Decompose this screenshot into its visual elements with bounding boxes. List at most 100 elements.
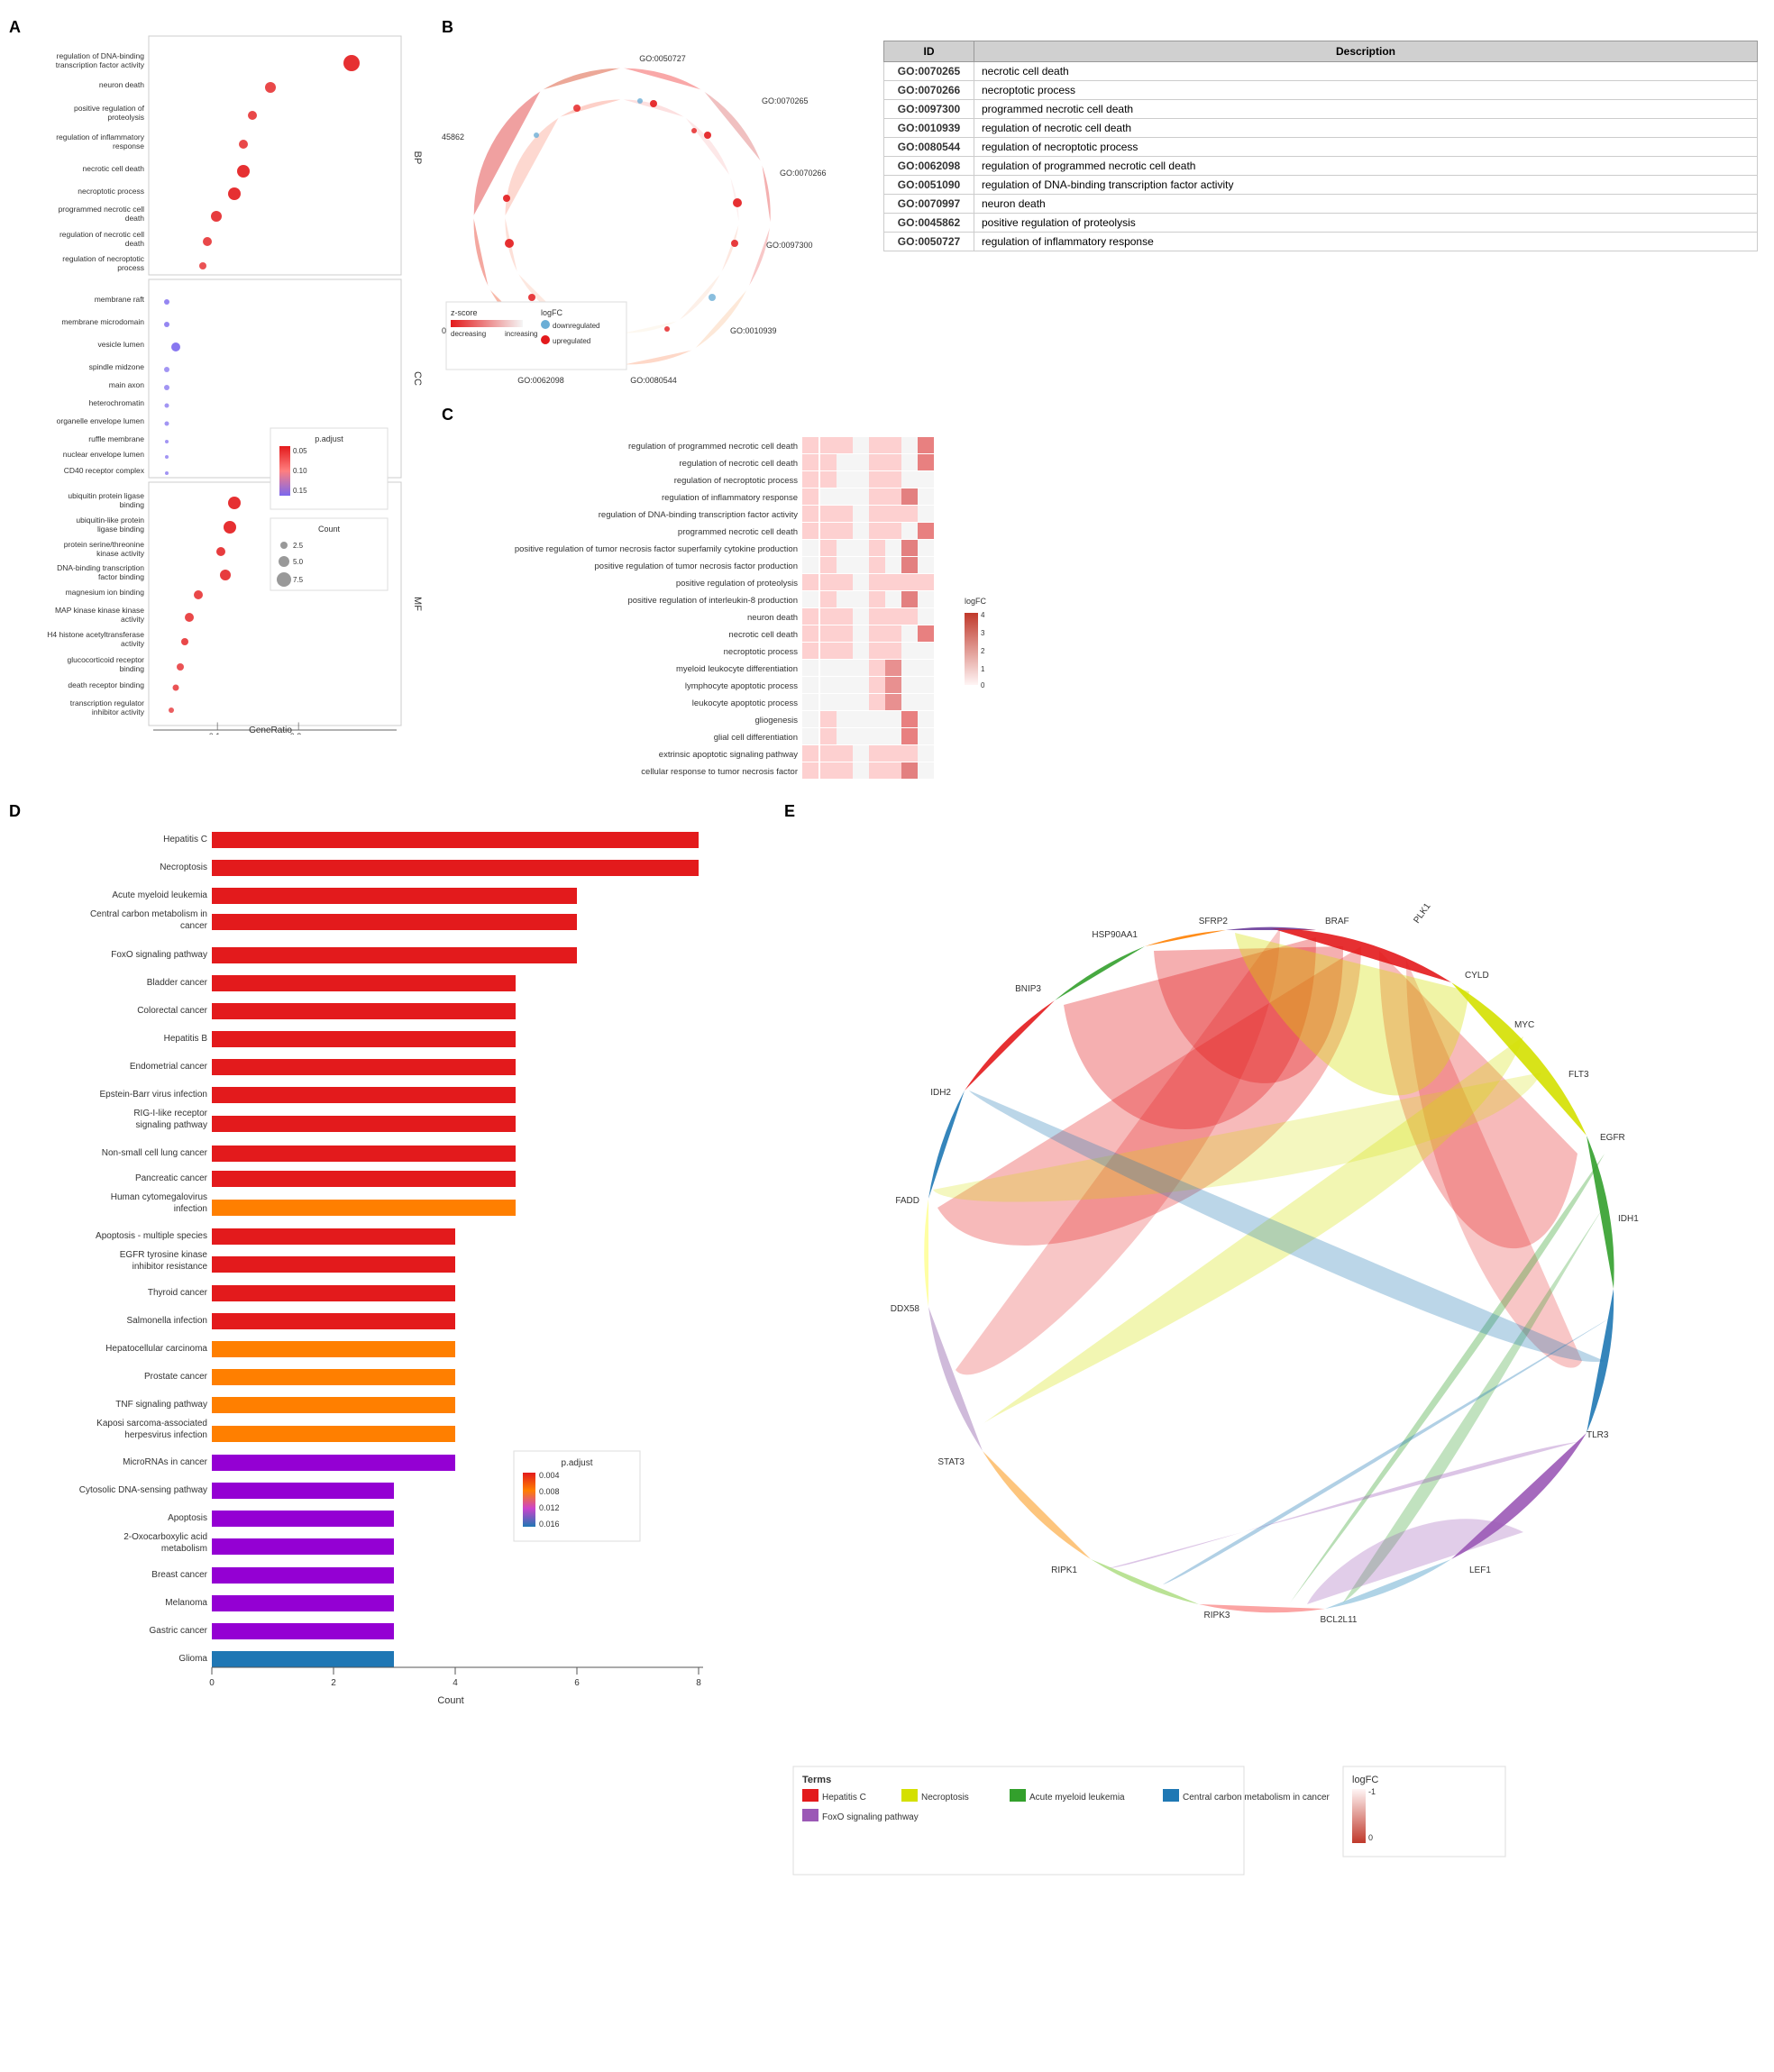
- svg-text:RIG-I-like receptor: RIG-I-like receptor: [133, 1109, 207, 1118]
- svg-text:Central carbon metabolism in c: Central carbon metabolism in cancer: [1183, 1793, 1330, 1803]
- svg-text:Pancreatic cancer: Pancreatic cancer: [135, 1173, 208, 1183]
- svg-text:Thyroid cancer: Thyroid cancer: [148, 1288, 208, 1298]
- svg-text:positive regulation of interle: positive regulation of interleukin-8 pro…: [627, 596, 798, 606]
- panel-e-label: E: [784, 802, 795, 821]
- svg-text:5.0: 5.0: [293, 558, 304, 566]
- svg-text:FLT3: FLT3: [1568, 1070, 1589, 1080]
- svg-text:infection: infection: [174, 1204, 207, 1214]
- panel-a: A BP CC MF regulation of DNA-binding tra…: [9, 18, 424, 721]
- svg-text:EGFR: EGFR: [1600, 1133, 1625, 1143]
- svg-text:SFRP2: SFRP2: [1199, 917, 1229, 926]
- go-table-id: GO:0010939: [884, 119, 974, 138]
- svg-text:Endometrial cancer: Endometrial cancer: [130, 1062, 208, 1072]
- svg-text:CC: CC: [412, 371, 423, 386]
- svg-text:|: |: [297, 721, 299, 730]
- svg-text:programmed necrotic cell death: programmed necrotic cell death: [678, 527, 798, 537]
- svg-text:Apoptosis - multiple species: Apoptosis - multiple species: [96, 1231, 207, 1241]
- go-table-id: GO:0070265: [884, 62, 974, 81]
- svg-text:necroptotic process: necroptotic process: [78, 187, 144, 196]
- svg-text:MF: MF: [412, 597, 423, 611]
- table-header-desc: Description: [974, 41, 1758, 62]
- svg-text:MAP kinase kinase kinase: MAP kinase kinase kinase: [55, 606, 144, 615]
- svg-text:|: |: [216, 721, 218, 730]
- svg-text:IDH2: IDH2: [930, 1088, 951, 1098]
- svg-text:FoxO signaling pathway: FoxO signaling pathway: [822, 1812, 919, 1822]
- go-table-id: GO:0080544: [884, 138, 974, 157]
- svg-text:BP: BP: [412, 151, 423, 165]
- svg-text:death: death: [125, 214, 145, 223]
- go-table-desc: regulation of inflammatory response: [974, 233, 1758, 251]
- go-table-id: GO:0050727: [884, 233, 974, 251]
- svg-text:6: 6: [574, 1678, 580, 1688]
- panel-b-table: ID Description GO:0070265necrotic cell d…: [883, 41, 1758, 251]
- panel-c-heatmap: regulation of programmed necrotic cell d…: [442, 424, 1704, 793]
- svg-text:regulation of necrotic cell: regulation of necrotic cell: [59, 230, 144, 239]
- svg-text:0.15: 0.15: [293, 487, 307, 495]
- svg-text:protein serine/threonine: protein serine/threonine: [64, 540, 145, 549]
- svg-text:regulation of programmed necro: regulation of programmed necrotic cell d…: [628, 442, 798, 452]
- svg-text:Epstein-Barr virus infection: Epstein-Barr virus infection: [100, 1090, 208, 1100]
- svg-text:Glioma: Glioma: [178, 1654, 207, 1664]
- go-table-desc: necrotic cell death: [974, 62, 1758, 81]
- svg-text:Hepatitis B: Hepatitis B: [164, 1034, 208, 1044]
- svg-text:Necroptosis: Necroptosis: [160, 863, 207, 872]
- svg-text:0.008: 0.008: [539, 1487, 560, 1496]
- svg-text:3: 3: [981, 629, 985, 637]
- svg-text:Hepatitis C: Hepatitis C: [163, 835, 207, 844]
- svg-text:leukocyte apoptotic process: leukocyte apoptotic process: [692, 698, 798, 708]
- svg-text:2: 2: [981, 647, 985, 655]
- svg-text:lymphocyte apoptotic process: lymphocyte apoptotic process: [685, 681, 798, 691]
- svg-text:4: 4: [453, 1678, 458, 1688]
- svg-text:nuclear envelope lumen: nuclear envelope lumen: [63, 450, 145, 459]
- svg-text:ruffle membrane: ruffle membrane: [88, 434, 144, 443]
- svg-text:DDX58: DDX58: [891, 1304, 920, 1314]
- svg-text:BNIP3: BNIP3: [1015, 984, 1041, 994]
- panel-e: E: [784, 802, 1767, 2046]
- svg-text:CD40 receptor complex: CD40 receptor complex: [64, 466, 145, 475]
- svg-text:GO:0070265: GO:0070265: [762, 96, 809, 105]
- svg-text:necrotic cell death: necrotic cell death: [82, 164, 144, 173]
- svg-text:FoxO signaling pathway: FoxO signaling pathway: [111, 950, 207, 960]
- svg-text:necrotic cell death: necrotic cell death: [728, 630, 798, 640]
- svg-text:herpesvirus infection: herpesvirus infection: [124, 1430, 207, 1440]
- svg-text:MYC: MYC: [1514, 1020, 1534, 1030]
- svg-text:STAT3: STAT3: [937, 1457, 965, 1467]
- svg-text:regulation of necroptotic: regulation of necroptotic: [62, 254, 144, 263]
- svg-text:metabolism: metabolism: [161, 1544, 207, 1554]
- svg-text:Hepatitis C: Hepatitis C: [822, 1793, 866, 1803]
- svg-text:p.adjust: p.adjust: [315, 434, 343, 443]
- svg-text:4: 4: [981, 611, 985, 619]
- svg-text:logFC: logFC: [965, 597, 987, 606]
- svg-text:regulation of DNA-binding tran: regulation of DNA-binding transcription …: [599, 510, 798, 520]
- svg-text:p.adjust: p.adjust: [561, 1458, 592, 1468]
- svg-text:FADD: FADD: [895, 1196, 919, 1206]
- svg-text:activity: activity: [121, 639, 145, 648]
- svg-text:membrane microdomain: membrane microdomain: [61, 317, 144, 326]
- svg-text:Non-small cell lung cancer: Non-small cell lung cancer: [102, 1148, 208, 1158]
- svg-text:downregulated: downregulated: [553, 322, 599, 330]
- panel-d: D Hepatitis C Necroptosis Acute myeloid …: [9, 802, 748, 2046]
- go-table-id: GO:0045862: [884, 214, 974, 233]
- svg-text:H4 histone acetyltransferase: H4 histone acetyltransferase: [47, 630, 144, 639]
- svg-text:spindle midzone: spindle midzone: [89, 362, 145, 371]
- svg-text:0: 0: [1368, 1833, 1373, 1842]
- svg-text:regulation of inflammatory res: regulation of inflammatory response: [662, 493, 798, 503]
- svg-text:extrinsic apoptotic signaling: extrinsic apoptotic signaling pathway: [659, 750, 798, 760]
- svg-text:BRAF: BRAF: [1325, 917, 1349, 926]
- svg-text:Gastric cancer: Gastric cancer: [150, 1626, 208, 1636]
- svg-text:increasing: increasing: [505, 330, 537, 338]
- svg-text:magnesium ion binding: magnesium ion binding: [66, 588, 145, 597]
- svg-text:0: 0: [981, 681, 985, 689]
- svg-text:death receptor binding: death receptor binding: [68, 680, 144, 689]
- svg-text:cellular response to tumor nec: cellular response to tumor necrosis fact…: [641, 767, 798, 777]
- svg-text:binding: binding: [120, 664, 145, 673]
- svg-text:necroptotic process: necroptotic process: [724, 647, 799, 657]
- svg-text:Cytosolic DNA-sensing pathway: Cytosolic DNA-sensing pathway: [79, 1485, 207, 1495]
- panel-e-chord: PLK1 MYC EGFR IDH1 TLR3 LEF1 BCL2L11 RIP…: [784, 820, 1767, 1974]
- svg-text:-1: -1: [1368, 1787, 1376, 1796]
- svg-text:LEF1: LEF1: [1469, 1565, 1491, 1575]
- svg-text:positive regulation of tumor n: positive regulation of tumor necrosis fa…: [515, 544, 798, 554]
- svg-text:0.016: 0.016: [539, 1520, 560, 1529]
- svg-text:TLR3: TLR3: [1587, 1430, 1609, 1440]
- svg-text:decreasing: decreasing: [451, 330, 486, 338]
